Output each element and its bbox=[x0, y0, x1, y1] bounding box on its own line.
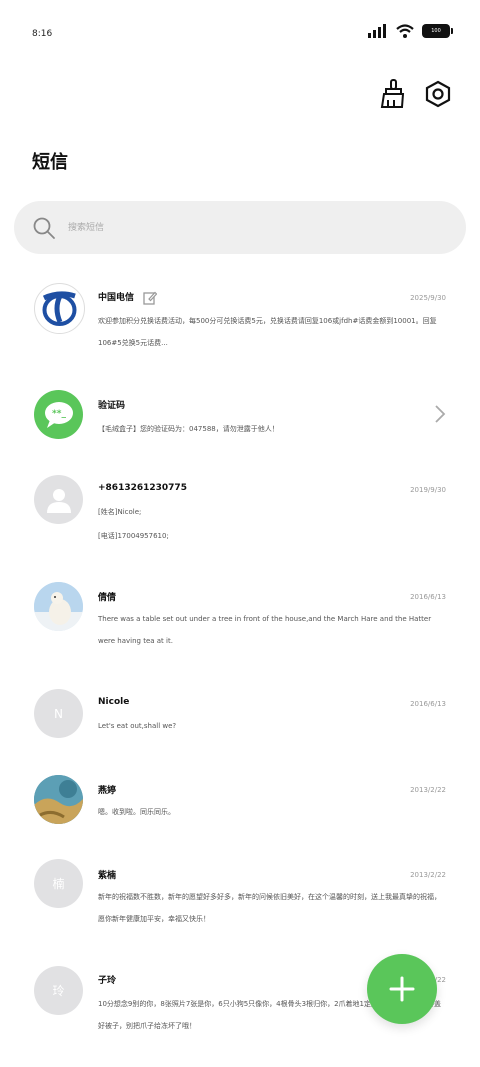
conversation-preview: There was a table set out under a tree i… bbox=[98, 615, 432, 645]
status-icons: 100 bbox=[368, 24, 453, 38]
conversation-name: +8613261230775 bbox=[98, 483, 187, 493]
conversation-preview: 【毛绒盒子】您的验证码为：047588，请勿泄露于他人！ bbox=[98, 425, 279, 433]
avatar: **_ bbox=[34, 390, 83, 439]
page-title: 短信 bbox=[32, 152, 68, 173]
conversation-name: Nicole bbox=[98, 697, 130, 707]
avatar bbox=[34, 582, 83, 631]
conversation-item[interactable]: 楠 紫楠 2013/2/22 新年的祝福数不胜数，新年的愿望好多好多，新年的问候… bbox=[0, 858, 480, 958]
conversation-preview: 嗯。收到啦。同乐同乐。 bbox=[98, 808, 175, 816]
conversation-preview-line: [电话]17004957610; bbox=[98, 532, 169, 540]
conversation-date: 2019/9/30 bbox=[410, 486, 446, 494]
avatar-letter: N bbox=[54, 706, 63, 721]
status-time: 8:16 bbox=[32, 29, 53, 39]
battery-icon: 100 bbox=[422, 24, 453, 38]
broom-icon bbox=[380, 79, 405, 108]
conversation-preview-line: [姓名]Nicole; bbox=[98, 508, 142, 516]
avatar bbox=[34, 283, 85, 334]
avatar: 玲 bbox=[34, 966, 83, 1015]
conversation-name: 紫楠 bbox=[98, 871, 117, 881]
conversation-name: 燕婷 bbox=[98, 786, 117, 796]
conversation-name: 验证码 bbox=[98, 401, 126, 411]
svg-text:**_: **_ bbox=[52, 409, 66, 419]
top-actions bbox=[378, 78, 452, 110]
search-input[interactable] bbox=[66, 221, 430, 234]
search-icon bbox=[33, 217, 55, 239]
status-bar: 8:16 100 bbox=[0, 0, 480, 70]
conversation-item[interactable]: 中国电信 2025/9/30 欢迎参加积分兑换话费活动，每500分可兑换话费5元… bbox=[0, 280, 480, 380]
conversation-date: 2016/6/13 bbox=[410, 700, 446, 708]
avatar bbox=[34, 775, 83, 824]
conversation-name: 倩倩 bbox=[98, 593, 117, 603]
search-bar[interactable] bbox=[14, 201, 466, 254]
conversation-date: 2025/9/30 bbox=[410, 294, 446, 302]
settings-button[interactable] bbox=[424, 78, 452, 110]
conversation-preview: Let's eat out,shall we? bbox=[98, 722, 177, 730]
person-icon bbox=[46, 488, 71, 513]
clean-button[interactable] bbox=[378, 78, 406, 110]
avatar-letter: 楠 bbox=[52, 877, 65, 891]
edit-icon[interactable] bbox=[143, 291, 158, 305]
china-telecom-logo bbox=[42, 291, 77, 326]
conversation-item[interactable]: 倩倩 2016/6/13 There was a table set out u… bbox=[0, 580, 480, 680]
landscape-photo bbox=[34, 775, 83, 824]
conversation-date: 2013/2/22 bbox=[410, 871, 446, 879]
battery-level: 100 bbox=[431, 28, 441, 34]
plus-icon bbox=[389, 976, 415, 1002]
wifi-icon bbox=[396, 24, 414, 38]
avatar: 楠 bbox=[34, 859, 83, 908]
new-message-button[interactable] bbox=[367, 954, 437, 1024]
conversation-name-text: 中国电信 bbox=[98, 293, 135, 303]
chevron-right-icon[interactable] bbox=[434, 404, 446, 424]
conversation-item[interactable]: +8613261230775 2019/9/30 [姓名]Nicole; [电话… bbox=[0, 473, 480, 573]
message-bubble-icon: **_ bbox=[44, 401, 73, 428]
conversation-item[interactable]: 燕婷 2013/2/22 嗯。收到啦。同乐同乐。 bbox=[0, 773, 480, 853]
conversation-item[interactable]: N Nicole 2016/6/13 Let's eat out,shall w… bbox=[0, 687, 480, 767]
polar-bear-photo bbox=[34, 582, 83, 631]
conversation-date: 2016/6/13 bbox=[410, 593, 446, 601]
conversation-preview: 欢迎参加积分兑换话费活动，每500分可兑换话费5元，兑换话费请回复106或jfd… bbox=[98, 317, 437, 347]
conversation-item[interactable]: **_ 验证码 【毛绒盒子】您的验证码为：047588，请勿泄露于他人！ bbox=[0, 388, 480, 468]
conversation-name: 中国电信 bbox=[98, 290, 158, 305]
hexagon-gear-icon bbox=[425, 80, 451, 108]
avatar-letter: 玲 bbox=[52, 984, 65, 998]
avatar: N bbox=[34, 689, 83, 738]
avatar bbox=[34, 475, 83, 524]
conversation-date: 2013/2/22 bbox=[410, 786, 446, 794]
conversation-preview: 新年的祝福数不胜数，新年的愿望好多好多，新年的问候依旧美好，在这个温馨的时刻，送… bbox=[98, 893, 441, 923]
conversation-name: 子玲 bbox=[98, 976, 117, 986]
signal-icon bbox=[368, 24, 386, 38]
